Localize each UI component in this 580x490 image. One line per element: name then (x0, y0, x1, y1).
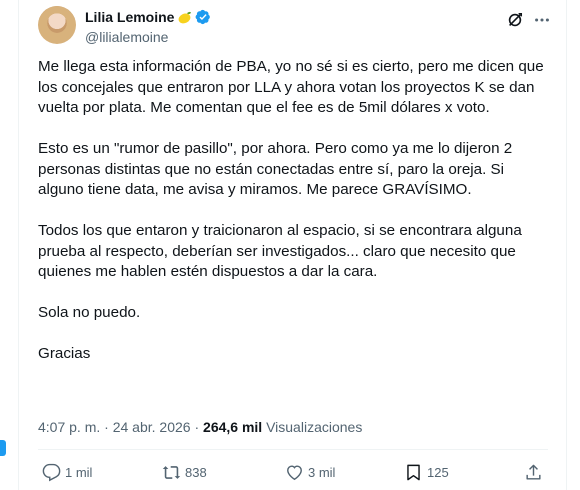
views-label: Visualizaciones (266, 419, 363, 435)
tweet-header: Lilia Lemoine @lilialemoine (85, 8, 211, 46)
like-count: 3 mil (308, 464, 336, 480)
tweet-date[interactable]: 24 abr. 2026 (113, 419, 191, 435)
author-name[interactable]: Lilia Lemoine (85, 8, 174, 26)
repost-icon (162, 465, 181, 479)
heart-icon (287, 464, 302, 480)
bookmark-count: 125 (427, 464, 449, 480)
views-count: 264,6 mil (203, 419, 263, 435)
grok-icon[interactable] (505, 10, 525, 30)
like-button[interactable]: 3 mil (285, 460, 335, 484)
action-bar: 1 mil 838 3 mil 125 (42, 460, 550, 484)
side-indicator (0, 440, 6, 456)
more-options-icon[interactable] (532, 10, 552, 30)
avatar[interactable] (38, 6, 76, 44)
avatar-image (38, 6, 76, 44)
tweet-meta: 4:07 p. m. · 24 abr. 2026 · 264,6 mil Vi… (38, 418, 362, 436)
author-handle[interactable]: @lilialemoine (85, 28, 211, 46)
meta-separator: · (104, 419, 109, 435)
share-icon (526, 464, 541, 480)
column-border-left (18, 0, 19, 490)
verified-badge-icon[interactable] (195, 9, 211, 25)
bookmark-button[interactable]: 125 (404, 460, 449, 484)
name-row: Lilia Lemoine (85, 8, 211, 26)
tweet-paragraph: Me llega esta información de PBA, yo no … (38, 58, 548, 116)
divider (38, 449, 548, 450)
reply-count: 1 mil (65, 464, 93, 480)
bookmark-icon (407, 464, 420, 480)
tweet-paragraph: Todos los que entaron y traicionaron al … (38, 222, 527, 280)
reply-button[interactable]: 1 mil (42, 460, 92, 484)
column-border-right (566, 0, 567, 490)
tweet-text: Me llega esta información de PBA, yo no … (38, 57, 548, 385)
tweet-time[interactable]: 4:07 p. m. (38, 419, 100, 435)
lemon-icon (177, 10, 192, 25)
tweet-article: Lilia Lemoine @lilialemoine Me llega est… (0, 0, 580, 490)
repost-count: 838 (185, 464, 207, 480)
share-button[interactable] (524, 460, 543, 484)
tweet-paragraph: Esto es un "rumor de pasillo", por ahora… (38, 140, 517, 198)
meta-separator: · (194, 419, 200, 435)
reply-icon (42, 463, 61, 481)
tweet-paragraph: Gracias (38, 345, 91, 362)
repost-button[interactable]: 838 (162, 460, 207, 484)
tweet-paragraph: Sola no puedo. (38, 304, 141, 321)
